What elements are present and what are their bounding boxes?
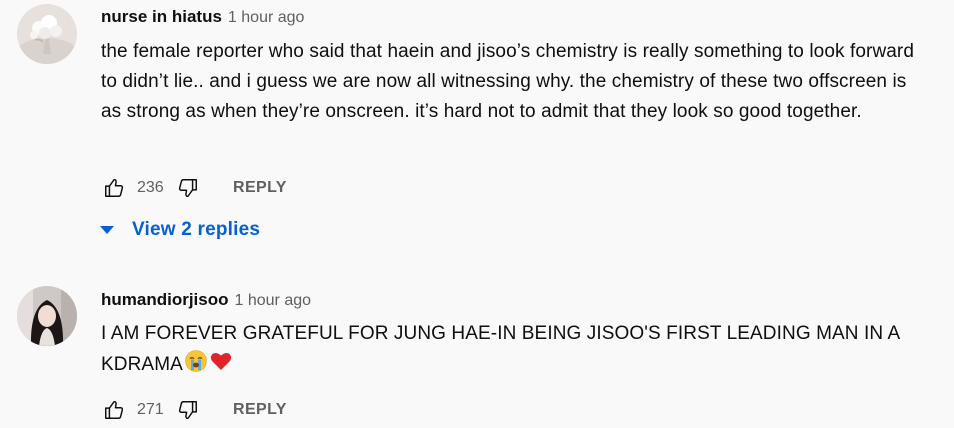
comment-actions: 271 REPLY [101,396,287,424]
like-count: 271 [137,401,164,418]
like-button[interactable] [101,397,127,423]
reply-button[interactable]: REPLY [233,179,287,197]
view-replies-button[interactable]: View 2 replies [98,219,260,241]
dislike-button[interactable] [175,175,201,201]
thumbs-up-icon [105,400,124,419]
comment-thread-1: nurse in hiatus 1 hour ago the female re… [0,0,954,260]
comment-timestamp[interactable]: 1 hour ago [235,292,312,310]
like-button[interactable] [101,175,127,201]
comment-actions: 236 REPLY [101,174,287,202]
flower-bouquet-icon [17,4,77,64]
red-heart-icon [209,349,233,383]
thumbs-down-icon [178,179,197,198]
caret-down-icon [100,226,114,234]
profile-photo-icon [17,286,77,346]
reply-button[interactable]: REPLY [233,401,287,419]
view-replies-label: View 2 replies [132,219,261,240]
avatar[interactable] [17,4,77,64]
thumbs-up-icon [105,178,124,197]
comment-body: I AM FOREVER GRATEFUL FOR JUNG HAE-IN BE… [101,319,931,383]
comment-thread-2: humandiorjisoo 1 hour ago I AM FOREVER G… [0,280,954,428]
comment-author[interactable]: humandiorjisoo [101,290,229,310]
like-count: 236 [137,179,164,196]
avatar[interactable] [17,286,77,346]
dislike-button[interactable] [175,397,201,423]
comment-text: the female reporter who said that haein … [101,41,915,122]
comment-timestamp[interactable]: 1 hour ago [228,9,305,27]
comment-author[interactable]: nurse in hiatus [101,7,222,27]
thumbs-down-icon [178,401,197,420]
loudly-crying-face-icon [184,349,208,383]
